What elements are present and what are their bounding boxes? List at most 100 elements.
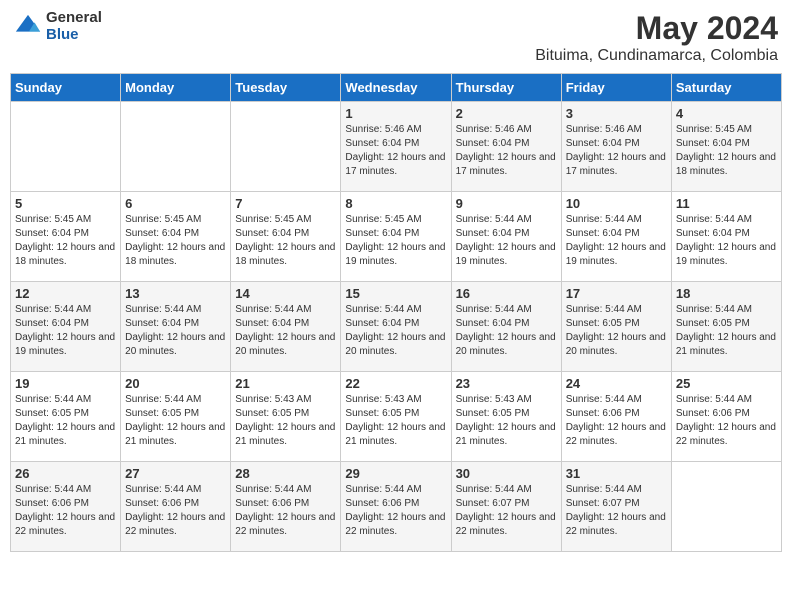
calendar-cell: 11 Sunrise: 5:44 AM Sunset: 6:04 PM Dayli… — [671, 192, 781, 282]
day-number: 31 — [566, 466, 667, 481]
cell-sun-info: Sunrise: 5:43 AM Sunset: 6:05 PM Dayligh… — [456, 393, 557, 449]
day-number: 30 — [456, 466, 557, 481]
logo-blue: Blue — [46, 27, 102, 44]
header-row: Sunday Monday Tuesday Wednesday Thursday… — [11, 74, 782, 102]
calendar-cell: 25Sunrise: 5:44 AM Sunset: 6:06 PM Dayli… — [671, 372, 781, 462]
subtitle: Bituima, Cundinamarca, Colombia — [535, 47, 778, 65]
cell-sun-info: Sunrise: 5:44 AM Sunset: 6:04 PM Dayligh… — [456, 303, 557, 359]
cell-sun-info: Sunrise: 5:45 AM Sunset: 6:04 PM Dayligh… — [15, 213, 116, 269]
day-number: 24 — [566, 376, 667, 391]
header-tuesday: Tuesday — [231, 74, 341, 102]
cell-sun-info: Sunrise: 5:44 AM Sunset: 6:05 PM Dayligh… — [676, 303, 777, 359]
calendar-cell: 14Sunrise: 5:44 AM Sunset: 6:04 PM Dayli… — [231, 282, 341, 372]
calendar-cell: 16Sunrise: 5:44 AM Sunset: 6:04 PM Dayli… — [451, 282, 561, 372]
calendar-cell: 7 Sunrise: 5:45 AM Sunset: 6:04 PM Daylig… — [231, 192, 341, 282]
calendar-cell: 6 Sunrise: 5:45 AM Sunset: 6:04 PM Daylig… — [121, 192, 231, 282]
day-number: 6 — [125, 196, 226, 211]
cell-sun-info: Sunrise: 5:44 AM Sunset: 6:05 PM Dayligh… — [125, 393, 226, 449]
calendar-cell: 15Sunrise: 5:44 AM Sunset: 6:04 PM Dayli… — [341, 282, 451, 372]
calendar-cell — [671, 462, 781, 552]
calendar-cell: 1Sunrise: 5:46 AM Sunset: 6:04 PM Daylig… — [341, 102, 451, 192]
day-number: 10 — [566, 196, 667, 211]
cell-sun-info: Sunrise: 5:46 AM Sunset: 6:04 PM Dayligh… — [566, 123, 667, 179]
calendar-cell: 4 Sunrise: 5:45 AM Sunset: 6:04 PM Daylig… — [671, 102, 781, 192]
day-number: 27 — [125, 466, 226, 481]
calendar-cell: 20 Sunrise: 5:44 AM Sunset: 6:05 PM Dayli… — [121, 372, 231, 462]
cell-sun-info: Sunrise: 5:45 AM Sunset: 6:04 PM Dayligh… — [235, 213, 336, 269]
header-friday: Friday — [561, 74, 671, 102]
day-number: 13 — [125, 286, 226, 301]
day-number: 9 — [456, 196, 557, 211]
day-number: 26 — [15, 466, 116, 481]
day-number: 21 — [235, 376, 336, 391]
calendar-cell: 3 Sunrise: 5:46 AM Sunset: 6:04 PM Daylig… — [561, 102, 671, 192]
main-title: May 2024 — [535, 10, 778, 47]
cell-sun-info: Sunrise: 5:44 AM Sunset: 6:04 PM Dayligh… — [125, 303, 226, 359]
cell-sun-info: Sunrise: 5:44 AM Sunset: 6:04 PM Dayligh… — [566, 213, 667, 269]
day-number: 28 — [235, 466, 336, 481]
calendar-table: Sunday Monday Tuesday Wednesday Thursday… — [10, 73, 782, 552]
cell-sun-info: Sunrise: 5:44 AM Sunset: 6:05 PM Dayligh… — [566, 303, 667, 359]
cell-sun-info: Sunrise: 5:43 AM Sunset: 6:05 PM Dayligh… — [345, 393, 446, 449]
day-number: 17 — [566, 286, 667, 301]
day-number: 19 — [15, 376, 116, 391]
calendar-cell: 12 Sunrise: 5:44 AM Sunset: 6:04 PM Dayli… — [11, 282, 121, 372]
calendar-cell: 24 Sunrise: 5:44 AM Sunset: 6:06 PM Dayli… — [561, 372, 671, 462]
cell-sun-info: Sunrise: 5:45 AM Sunset: 6:04 PM Dayligh… — [125, 213, 226, 269]
cell-sun-info: Sunrise: 5:44 AM Sunset: 6:06 PM Dayligh… — [125, 483, 226, 539]
day-number: 11 — [676, 196, 777, 211]
calendar-cell: 19Sunrise: 5:44 AM Sunset: 6:05 PM Dayli… — [11, 372, 121, 462]
header-wednesday: Wednesday — [341, 74, 451, 102]
calendar-cell: 21 Sunrise: 5:43 AM Sunset: 6:05 PM Dayli… — [231, 372, 341, 462]
header-thursday: Thursday — [451, 74, 561, 102]
cell-sun-info: Sunrise: 5:46 AM Sunset: 6:04 PM Dayligh… — [345, 123, 446, 179]
header-sunday: Sunday — [11, 74, 121, 102]
logo: General Blue — [14, 10, 102, 43]
calendar-cell: 23Sunrise: 5:43 AM Sunset: 6:05 PM Dayli… — [451, 372, 561, 462]
calendar-week-2: 5Sunrise: 5:45 AM Sunset: 6:04 PM Daylig… — [11, 192, 782, 282]
calendar-cell: 18 Sunrise: 5:44 AM Sunset: 6:05 PM Dayli… — [671, 282, 781, 372]
calendar-cell: 28Sunrise: 5:44 AM Sunset: 6:06 PM Dayli… — [231, 462, 341, 552]
calendar-week-1: 1Sunrise: 5:46 AM Sunset: 6:04 PM Daylig… — [11, 102, 782, 192]
cell-sun-info: Sunrise: 5:44 AM Sunset: 6:04 PM Dayligh… — [15, 303, 116, 359]
header-saturday: Saturday — [671, 74, 781, 102]
calendar-cell: 29Sunrise: 5:44 AM Sunset: 6:06 PM Dayli… — [341, 462, 451, 552]
calendar-week-3: 12 Sunrise: 5:44 AM Sunset: 6:04 PM Dayli… — [11, 282, 782, 372]
calendar-cell: 26 Sunrise: 5:44 AM Sunset: 6:06 PM Dayli… — [11, 462, 121, 552]
calendar-cell: 2 Sunrise: 5:46 AM Sunset: 6:04 PM Daylig… — [451, 102, 561, 192]
logo-general: General — [46, 10, 102, 27]
calendar-cell: 31 Sunrise: 5:44 AM Sunset: 6:07 PM Dayli… — [561, 462, 671, 552]
cell-sun-info: Sunrise: 5:46 AM Sunset: 6:04 PM Dayligh… — [456, 123, 557, 179]
calendar-week-5: 26 Sunrise: 5:44 AM Sunset: 6:06 PM Dayli… — [11, 462, 782, 552]
logo-text: General Blue — [46, 10, 102, 43]
day-number: 20 — [125, 376, 226, 391]
calendar-cell: 10 Sunrise: 5:44 AM Sunset: 6:04 PM Dayli… — [561, 192, 671, 282]
cell-sun-info: Sunrise: 5:44 AM Sunset: 6:06 PM Dayligh… — [345, 483, 446, 539]
cell-sun-info: Sunrise: 5:44 AM Sunset: 6:06 PM Dayligh… — [566, 393, 667, 449]
day-number: 25 — [676, 376, 777, 391]
cell-sun-info: Sunrise: 5:44 AM Sunset: 6:04 PM Dayligh… — [456, 213, 557, 269]
calendar-cell — [121, 102, 231, 192]
day-number: 4 — [676, 106, 777, 121]
cell-sun-info: Sunrise: 5:44 AM Sunset: 6:06 PM Dayligh… — [15, 483, 116, 539]
logo-icon — [14, 13, 42, 41]
cell-sun-info: Sunrise: 5:44 AM Sunset: 6:04 PM Dayligh… — [676, 213, 777, 269]
cell-sun-info: Sunrise: 5:45 AM Sunset: 6:04 PM Dayligh… — [676, 123, 777, 179]
calendar-cell: 17 Sunrise: 5:44 AM Sunset: 6:05 PM Dayli… — [561, 282, 671, 372]
calendar-cell — [11, 102, 121, 192]
day-number: 12 — [15, 286, 116, 301]
day-number: 8 — [345, 196, 446, 211]
header-monday: Monday — [121, 74, 231, 102]
day-number: 2 — [456, 106, 557, 121]
day-number: 18 — [676, 286, 777, 301]
day-number: 3 — [566, 106, 667, 121]
calendar-cell: 22Sunrise: 5:43 AM Sunset: 6:05 PM Dayli… — [341, 372, 451, 462]
cell-sun-info: Sunrise: 5:45 AM Sunset: 6:04 PM Dayligh… — [345, 213, 446, 269]
cell-sun-info: Sunrise: 5:43 AM Sunset: 6:05 PM Dayligh… — [235, 393, 336, 449]
day-number: 14 — [235, 286, 336, 301]
cell-sun-info: Sunrise: 5:44 AM Sunset: 6:07 PM Dayligh… — [566, 483, 667, 539]
title-block: May 2024 Bituima, Cundinamarca, Colombia — [535, 10, 778, 65]
page-header: General Blue May 2024 Bituima, Cundinama… — [10, 10, 782, 65]
calendar-cell: 8 Sunrise: 5:45 AM Sunset: 6:04 PM Daylig… — [341, 192, 451, 282]
day-number: 7 — [235, 196, 336, 211]
